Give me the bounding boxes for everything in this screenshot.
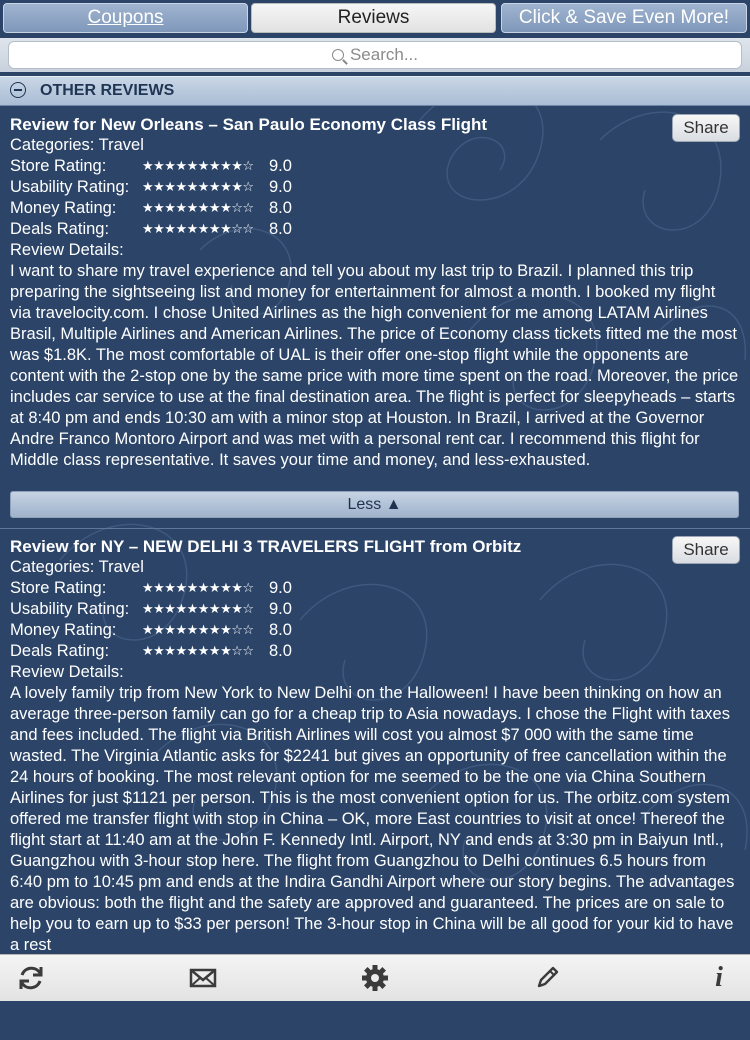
review-card: Share Review for New Orleans – San Paulo… [10, 114, 740, 471]
rating-value: 8.0 [269, 642, 292, 660]
section-header-other-reviews[interactable]: OTHER REVIEWS [0, 76, 750, 106]
mail-icon[interactable] [186, 961, 220, 995]
share-button[interactable]: Share [672, 536, 740, 564]
rating-label: Deals Rating: [10, 220, 110, 238]
rating-value: 9.0 [269, 579, 292, 597]
rating-row-deals: Deals Rating: ★★★★★★★★☆☆ 8.0 [10, 641, 740, 662]
rating-value: 8.0 [269, 199, 292, 217]
star-rating-icon: ★★★★★★★★☆☆ [142, 644, 254, 659]
star-rating-icon: ★★★★★★★★★☆ [142, 159, 254, 174]
tab-click-and-save[interactable]: Click & Save Even More! [501, 3, 747, 33]
review-categories: Categories: Travel [10, 136, 144, 154]
less-button[interactable]: Less ▲ [10, 491, 739, 518]
rating-row-money: Money Rating: ★★★★★★★★☆☆ 8.0 [10, 198, 740, 219]
rating-label: Usability Rating: [10, 600, 130, 618]
rating-row-usability: Usability Rating: ★★★★★★★★★☆ 9.0 [10, 599, 740, 620]
star-rating-icon: ★★★★★★★★☆☆ [142, 623, 254, 638]
search-icon [331, 49, 344, 61]
info-icon[interactable]: i [702, 961, 736, 995]
collapse-icon[interactable] [10, 82, 26, 98]
rating-row-store: Store Rating: ★★★★★★★★★☆ 9.0 [10, 156, 740, 177]
rating-label: Store Rating: [10, 579, 107, 597]
rating-value: 9.0 [269, 178, 292, 196]
rating-label: Store Rating: [10, 157, 107, 175]
rating-value: 8.0 [269, 621, 292, 639]
top-tab-bar: Coupons Reviews Click & Save Even More! [0, 0, 750, 38]
refresh-icon[interactable] [14, 961, 48, 995]
star-rating-icon: ★★★★★★★★☆☆ [142, 201, 254, 216]
star-rating-icon: ★★★★★★★★★☆ [142, 180, 254, 195]
rating-label: Money Rating: [10, 199, 117, 217]
star-rating-icon: ★★★★★★★★☆☆ [142, 222, 254, 237]
search-placeholder: Search... [349, 45, 419, 64]
share-button[interactable]: Share [672, 114, 740, 142]
rating-row-money: Money Rating: ★★★★★★★★☆☆ 8.0 [10, 620, 740, 641]
rating-value: 9.0 [269, 600, 292, 618]
rating-label: Money Rating: [10, 621, 117, 639]
pencil-icon[interactable] [530, 961, 564, 995]
search-input[interactable]: Search... [8, 41, 742, 69]
tab-reviews[interactable]: Reviews [251, 3, 496, 33]
review-categories: Categories: Travel [10, 558, 144, 576]
rating-row-store: Store Rating: ★★★★★★★★★☆ 9.0 [10, 578, 740, 599]
section-title: OTHER REVIEWS [40, 82, 175, 99]
star-rating-icon: ★★★★★★★★★☆ [142, 581, 254, 596]
review-details-text: I want to share my travel experience and… [10, 262, 739, 469]
tab-coupons[interactable]: Coupons [3, 3, 248, 33]
star-rating-icon: ★★★★★★★★★☆ [142, 602, 254, 617]
review-details-label: Review Details: [10, 241, 124, 259]
search-bar: Search... [0, 38, 750, 72]
review-title: Review for New Orleans – San Paulo Econo… [10, 115, 488, 134]
rating-label: Deals Rating: [10, 642, 110, 660]
rating-row-usability: Usability Rating: ★★★★★★★★★☆ 9.0 [10, 177, 740, 198]
rating-row-deals: Deals Rating: ★★★★★★★★☆☆ 8.0 [10, 219, 740, 240]
review-divider [0, 528, 750, 529]
bottom-toolbar: i [0, 954, 750, 1001]
rating-value: 8.0 [269, 220, 292, 238]
review-details-label: Review Details: [10, 663, 124, 681]
rating-value: 9.0 [269, 157, 292, 175]
gear-icon[interactable] [358, 961, 392, 995]
review-title: Review for NY – NEW DELHI 3 TRAVELERS FL… [10, 537, 522, 556]
rating-label: Usability Rating: [10, 178, 130, 196]
